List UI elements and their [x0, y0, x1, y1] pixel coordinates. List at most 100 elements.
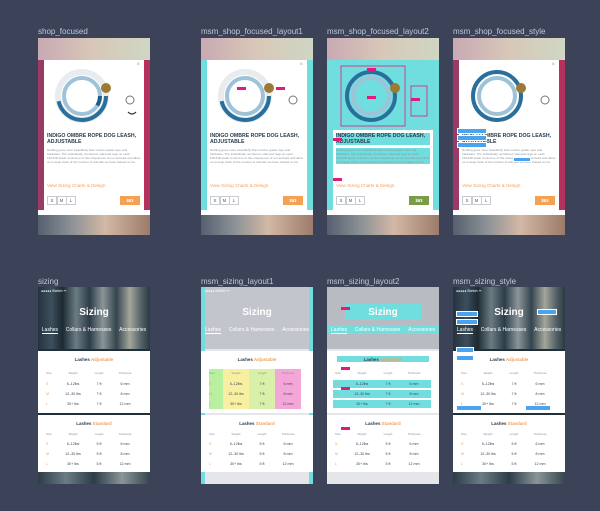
- tab-collars-harnesses[interactable]: Collars & Harnesses: [355, 327, 401, 334]
- page-title: Sizing: [242, 307, 272, 318]
- tab-bar: Lashes Collars & Harnesses Accessories: [453, 327, 565, 334]
- size-table-card: Lashes Adjustable Size Weight Length Thickn…: [38, 351, 150, 413]
- size-option[interactable]: S: [47, 196, 57, 205]
- product-title: INDIGO OMBRE ROPE DOG LEASH, ADJUSTABLE: [47, 133, 137, 145]
- size-option[interactable]: L: [66, 196, 76, 205]
- size-option[interactable]: M: [345, 196, 356, 205]
- redline-tag: [367, 96, 376, 99]
- background-photo-strip: [38, 215, 150, 235]
- artboard-sizing-layout2[interactable]: Sizing Lashes Collars & Harnesses Access…: [327, 287, 439, 484]
- size-option[interactable]: S: [336, 196, 346, 205]
- background-photo-strip: [453, 472, 565, 484]
- tab-accessories[interactable]: Accessories: [408, 327, 435, 334]
- status-bar: ●●●●● Sketch ᯤ: [456, 289, 482, 293]
- style-annotation: [457, 128, 487, 134]
- background-photo-strip: [201, 215, 313, 235]
- tab-lashes[interactable]: Lashes: [204, 327, 222, 334]
- table-header: Size Weight Length Thickness: [335, 371, 421, 375]
- size-option[interactable]: S: [462, 196, 472, 205]
- table-row: M 12–30 lbs 7 ft 8 mm: [335, 392, 419, 396]
- size-option[interactable]: M: [56, 196, 67, 205]
- artboard-label-sizing-style[interactable]: msm_sizing_style: [453, 277, 516, 286]
- price-button[interactable]: $63: [409, 196, 429, 205]
- size-option[interactable]: M: [219, 196, 230, 205]
- tab-lashes[interactable]: Lashes: [330, 327, 348, 334]
- product-description: Nothing goes more beautifully than marin…: [210, 148, 304, 164]
- artboard-sizing[interactable]: ●●●●● Sketch ᯤ Sizing Lashes Collars & H…: [38, 287, 150, 484]
- sizing-chart-link[interactable]: View Sizing Charts & Design: [336, 183, 394, 188]
- redline-tag: [341, 367, 350, 370]
- artboard-label-sizing-layout2[interactable]: msm_sizing_layout2: [327, 277, 399, 286]
- size-option[interactable]: L: [355, 196, 365, 205]
- table-header: Size Weight Length Thickness: [209, 371, 295, 375]
- background-photo-strip: [201, 38, 313, 60]
- price-button[interactable]: $63: [120, 196, 140, 205]
- table-row: S 5–12lbs 7 ft 6 mm: [46, 382, 130, 386]
- sizing-chart-link[interactable]: View Sizing Charts & Design: [462, 183, 520, 188]
- table-row: S 5–12lbs 7 ft 6 mm: [461, 382, 545, 386]
- style-annotation: [456, 405, 482, 411]
- size-table-card: Lashes Adjustable Size Weight Length Thickn…: [327, 351, 439, 413]
- close-icon[interactable]: ×: [136, 62, 140, 68]
- redline-tag: [411, 98, 420, 101]
- artboard-shop-layout1[interactable]: × INDIGO OMBRE ROPE DOG LEASH, ADJUSTABL…: [201, 38, 313, 235]
- product-title: INDIGO OMBRE ROPE DOG LEASH, ADJUSTABLE: [210, 133, 300, 145]
- artboard-shop-layout2[interactable]: INDIGO OMBRE ROPE DOG LEASH, ADJUSTABLE …: [327, 38, 439, 235]
- table-header: Size Weight Length Thickness: [46, 432, 132, 436]
- tab-lashes[interactable]: Lashes: [456, 327, 474, 334]
- artboard-label-sizing-layout1[interactable]: msm_sizing_layout1: [201, 277, 273, 286]
- artboard-shop-focused[interactable]: × INDIGO OMBRE ROPE DOG LEASH, ADJUSTABL…: [38, 38, 150, 235]
- tab-lashes[interactable]: Lashes: [41, 327, 59, 334]
- product-description: Nothing goes more beautifully than marin…: [462, 148, 556, 164]
- sizing-chart-link[interactable]: View Sizing Charts & Design: [210, 183, 268, 188]
- size-option[interactable]: L: [229, 196, 239, 205]
- table-header: Size Weight Length Thickness: [335, 432, 421, 436]
- tab-accessories[interactable]: Accessories: [282, 327, 309, 334]
- product-description: Nothing goes more beautifully than marin…: [336, 148, 430, 164]
- tab-collars-harnesses[interactable]: Collars & Harnesses: [481, 327, 527, 334]
- size-option[interactable]: S: [210, 196, 220, 205]
- tab-accessories[interactable]: Accessories: [534, 327, 561, 334]
- table-row: M 12–30 lbs 5 ft 8 mm: [461, 452, 545, 456]
- size-selector: S M L: [47, 196, 76, 205]
- table-row: M 12–30 lbs 5 ft 8 mm: [46, 452, 130, 456]
- table-row: L 30+ lbs 5 ft 12 mm: [209, 462, 294, 466]
- table-header: Size Weight Length Thickness: [461, 432, 547, 436]
- table-row: L 30+ lbs 5 ft 12 mm: [46, 462, 131, 466]
- size-selector: S M L: [210, 196, 239, 205]
- price-button[interactable]: $63: [535, 196, 555, 205]
- table-row: M 12–30 lbs 7 ft 8 mm: [209, 392, 293, 396]
- sizing-chart-link[interactable]: View Sizing Charts & Design: [47, 183, 105, 188]
- artboard-label-shop-style[interactable]: msm_shop_focused_style: [453, 27, 546, 36]
- size-option[interactable]: L: [481, 196, 491, 205]
- size-option[interactable]: M: [471, 196, 482, 205]
- tab-collars-harnesses[interactable]: Collars & Harnesses: [229, 327, 275, 334]
- table-row: S 5–12lbs 5 ft 6 mm: [209, 442, 293, 446]
- artboard-label-sizing[interactable]: sizing: [38, 277, 58, 286]
- table-row: S 5–12lbs 7 ft 6 mm: [335, 382, 419, 386]
- tab-collars-harnesses[interactable]: Collars & Harnesses: [66, 327, 112, 334]
- artboard-sizing-layout1[interactable]: ●●●●● Sketch ᯤ Sizing Lashes Collars & H…: [201, 287, 313, 484]
- artboard-shop-style[interactable]: × INDIGO OMBRE ROPE DOG LEASH, ADJUSTABL…: [453, 38, 565, 235]
- artboard-label-shop-layout1[interactable]: msm_shop_focused_layout1: [201, 27, 303, 36]
- table-row: L 30+ lbs 5 ft 12 mm: [335, 462, 420, 466]
- style-annotation: [456, 319, 478, 325]
- close-icon[interactable]: ×: [299, 62, 303, 68]
- price-button[interactable]: $63: [283, 196, 303, 205]
- product-image: [44, 60, 144, 130]
- card-title: Lashes Standard: [365, 421, 401, 426]
- table-row: M 12–30 lbs 5 ft 8 mm: [209, 452, 293, 456]
- card-title: Lashes Adjustable: [363, 357, 403, 362]
- redline-tag: [276, 87, 285, 90]
- size-table-card: Lashes Standard Size Weight Length Thicknes…: [453, 415, 565, 472]
- close-icon[interactable]: ×: [551, 62, 555, 68]
- status-bar: ●●●●● Sketch ᯤ: [204, 289, 230, 293]
- table-header: Size Weight Length Thickness: [46, 371, 132, 375]
- card-title: Lashes Standard: [76, 421, 112, 426]
- tab-accessories[interactable]: Accessories: [119, 327, 146, 334]
- artboard-label-shop-focused[interactable]: shop_focused: [38, 27, 88, 36]
- card-title: Lashes Adjustable: [74, 357, 114, 362]
- artboard-label-shop-layout2[interactable]: msm_shop_focused_layout2: [327, 27, 429, 36]
- product-title: INDIGO OMBRE ROPE DOG LEASH, ADJUSTABLE: [336, 133, 430, 145]
- artboard-sizing-style[interactable]: ●●●●● Sketch ᯤ Sizing Lashes Collars & H…: [453, 287, 565, 484]
